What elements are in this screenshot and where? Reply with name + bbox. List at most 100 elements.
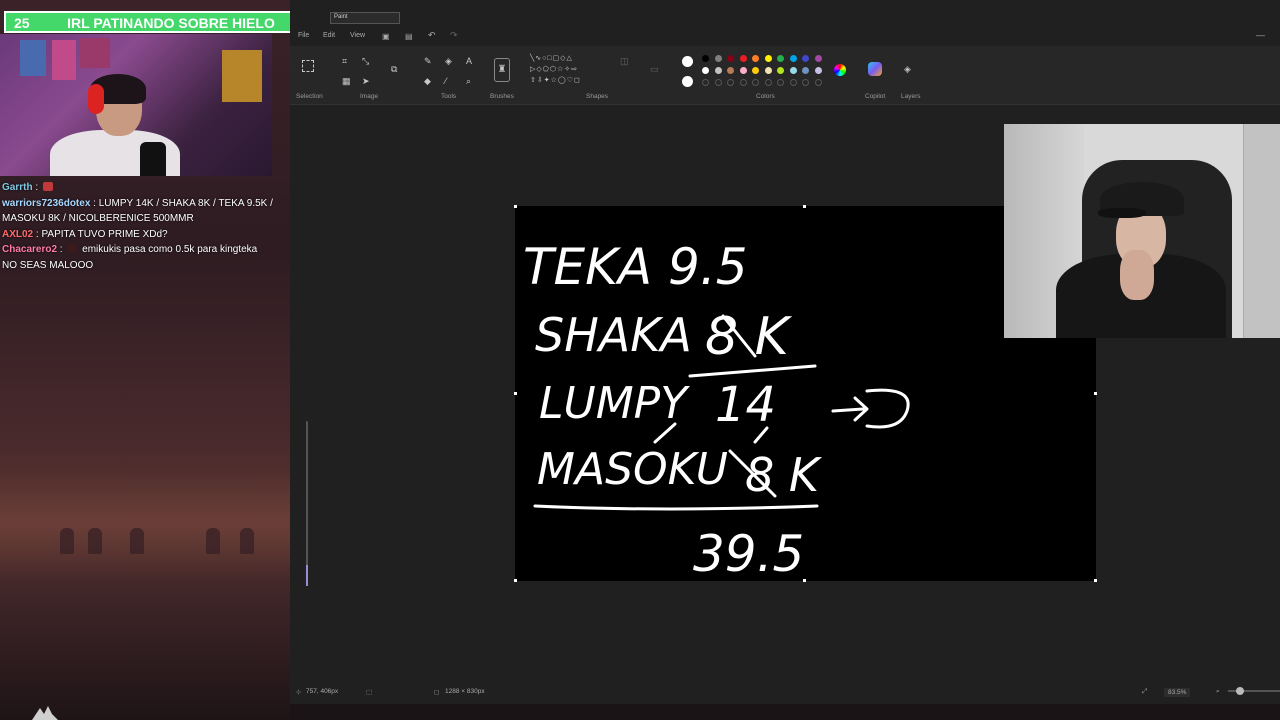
- pencil-icon[interactable]: ✎: [424, 56, 432, 66]
- magnifier-icon[interactable]: ⌕: [466, 76, 471, 86]
- custom-color-slot[interactable]: [714, 79, 722, 86]
- color-swatch[interactable]: [802, 55, 809, 62]
- custom-color-slot[interactable]: [727, 79, 734, 86]
- fit-window-icon[interactable]: ⤢: [1142, 688, 1147, 696]
- color-swatch[interactable]: [814, 67, 822, 74]
- eraser-icon[interactable]: ◆: [424, 76, 431, 86]
- menu-bar: File Edit View ▣ ▤ ↶ ↷ —: [290, 28, 1280, 46]
- color-picker-icon[interactable]: ⁄: [445, 76, 447, 86]
- sunset-haze: [0, 470, 290, 580]
- color-swatch[interactable]: [714, 67, 722, 74]
- slider-track: [306, 421, 308, 586]
- person-hand: [1120, 250, 1154, 300]
- fill-icon[interactable]: ◈: [445, 56, 452, 66]
- resize-handle[interactable]: [514, 205, 517, 208]
- save-icon[interactable]: ▣: [382, 32, 390, 41]
- minimize-icon[interactable]: —: [1256, 30, 1265, 40]
- canvas-word-lumpy: LUMPY: [539, 378, 690, 429]
- resize-handle[interactable]: [1094, 579, 1097, 582]
- custom-color-slot[interactable]: [814, 79, 822, 86]
- color-swatch[interactable]: [802, 67, 809, 74]
- custom-color-slot[interactable]: [802, 79, 809, 86]
- resize-icon[interactable]: ⤡: [362, 56, 369, 66]
- resize-handle[interactable]: [803, 205, 806, 208]
- group-label-colors: Colors: [756, 93, 775, 100]
- channel-logo-icon: [32, 706, 58, 720]
- primary-color-swatch[interactable]: [682, 56, 693, 67]
- flip-icon[interactable]: ➤: [362, 76, 370, 86]
- color-swatch[interactable]: [739, 67, 747, 74]
- group-label-copilot: Copilot: [865, 93, 886, 100]
- color-swatch[interactable]: [752, 55, 759, 62]
- color-swatch[interactable]: [702, 67, 709, 74]
- menu-edit[interactable]: Edit: [323, 32, 335, 39]
- canvas-size-icon: ◻: [434, 689, 440, 696]
- chat-text: PAPITA TUVO PRIME XDd?: [41, 228, 168, 240]
- color-swatch[interactable]: [777, 67, 784, 74]
- color-swatch[interactable]: [702, 55, 709, 62]
- outline-icon[interactable]: ◫: [620, 56, 629, 66]
- color-swatch[interactable]: [727, 55, 734, 62]
- group-label-layers: Layers: [901, 93, 921, 100]
- redo-icon[interactable]: ↷: [450, 30, 458, 41]
- layers-icon[interactable]: ◈: [904, 64, 911, 74]
- cap-brim: [1098, 208, 1146, 218]
- color-swatch[interactable]: [752, 67, 759, 74]
- brush-icon[interactable]: ♜: [494, 58, 510, 82]
- copilot-icon[interactable]: [868, 62, 882, 76]
- shapes-gallery-icon[interactable]: ╲∿○□▢◇△: [530, 54, 573, 64]
- color-swatch[interactable]: [764, 55, 772, 62]
- color-swatch[interactable]: [727, 67, 734, 74]
- zoom-select[interactable]: 83.5%: [1164, 688, 1191, 697]
- zoom-out-icon[interactable]: ⌕: [1216, 688, 1220, 696]
- custom-color-slot[interactable]: [739, 79, 747, 86]
- custom-color-slot[interactable]: [752, 79, 759, 86]
- menu-view[interactable]: View: [350, 32, 365, 39]
- group-label-image: Image: [360, 93, 379, 100]
- streamer-webcam-left: [0, 34, 272, 176]
- resize-handle[interactable]: [514, 579, 517, 582]
- menu-file[interactable]: File: [298, 32, 309, 39]
- shape-fill-icon[interactable]: ▭: [650, 64, 659, 74]
- resize-handle[interactable]: [803, 579, 806, 582]
- silhouette: [206, 528, 220, 554]
- canvas-num-masoku: 8 K: [745, 448, 823, 502]
- chat-message: Garrth :: [0, 180, 290, 196]
- text-icon[interactable]: A: [466, 56, 472, 66]
- chat-username: AXL02: [2, 228, 34, 240]
- color-swatch[interactable]: [764, 67, 772, 74]
- custom-color-slot[interactable]: [702, 79, 709, 86]
- custom-color-slot[interactable]: [777, 79, 784, 86]
- door: [1243, 124, 1280, 338]
- undo-icon[interactable]: ↶: [428, 30, 436, 41]
- color-swatch[interactable]: [714, 55, 722, 62]
- zoom-slider-thumb[interactable]: [1236, 687, 1244, 695]
- resize-handle[interactable]: [1094, 392, 1097, 395]
- chat-username: Chacarero2: [2, 244, 58, 255]
- sum-line-stroke: [533, 504, 819, 511]
- crop-icon[interactable]: ⌗: [342, 56, 347, 66]
- color-swatch[interactable]: [739, 55, 747, 62]
- secondary-color-swatch[interactable]: [682, 76, 693, 87]
- selection-icon[interactable]: [302, 60, 314, 72]
- chat-username: Garrth: [2, 182, 33, 193]
- chat-overlay: Garrth : warriors7236dotex : LUMPY 14K /…: [0, 180, 290, 273]
- color-swatch[interactable]: [814, 55, 822, 62]
- color-swatch[interactable]: [777, 55, 784, 62]
- color-swatch[interactable]: [789, 55, 797, 62]
- chat-message: warriors7236dotex : LUMPY 14K / SHAKA 8K…: [2, 197, 273, 225]
- custom-color-slot[interactable]: [764, 79, 772, 86]
- image-select-icon[interactable]: ⧉: [391, 64, 397, 74]
- edit-colors-icon[interactable]: [834, 64, 846, 76]
- shapes-gallery-icon[interactable]: ⇧⇩✦☆◯♡◻: [530, 76, 581, 86]
- save-as-icon[interactable]: ▤: [405, 32, 413, 41]
- shapes-gallery-icon[interactable]: ▷◇⬠⬡☆✧⇨: [530, 65, 578, 75]
- color-swatch[interactable]: [789, 67, 797, 74]
- poster: [20, 40, 46, 76]
- zoom-slider[interactable]: [1228, 687, 1280, 695]
- vertical-slider[interactable]: [304, 415, 310, 587]
- resize-handle[interactable]: [514, 392, 517, 395]
- rotate-icon[interactable]: ▦: [342, 76, 351, 86]
- cursor-icon: ⊹: [296, 689, 302, 696]
- custom-color-slot[interactable]: [789, 79, 797, 86]
